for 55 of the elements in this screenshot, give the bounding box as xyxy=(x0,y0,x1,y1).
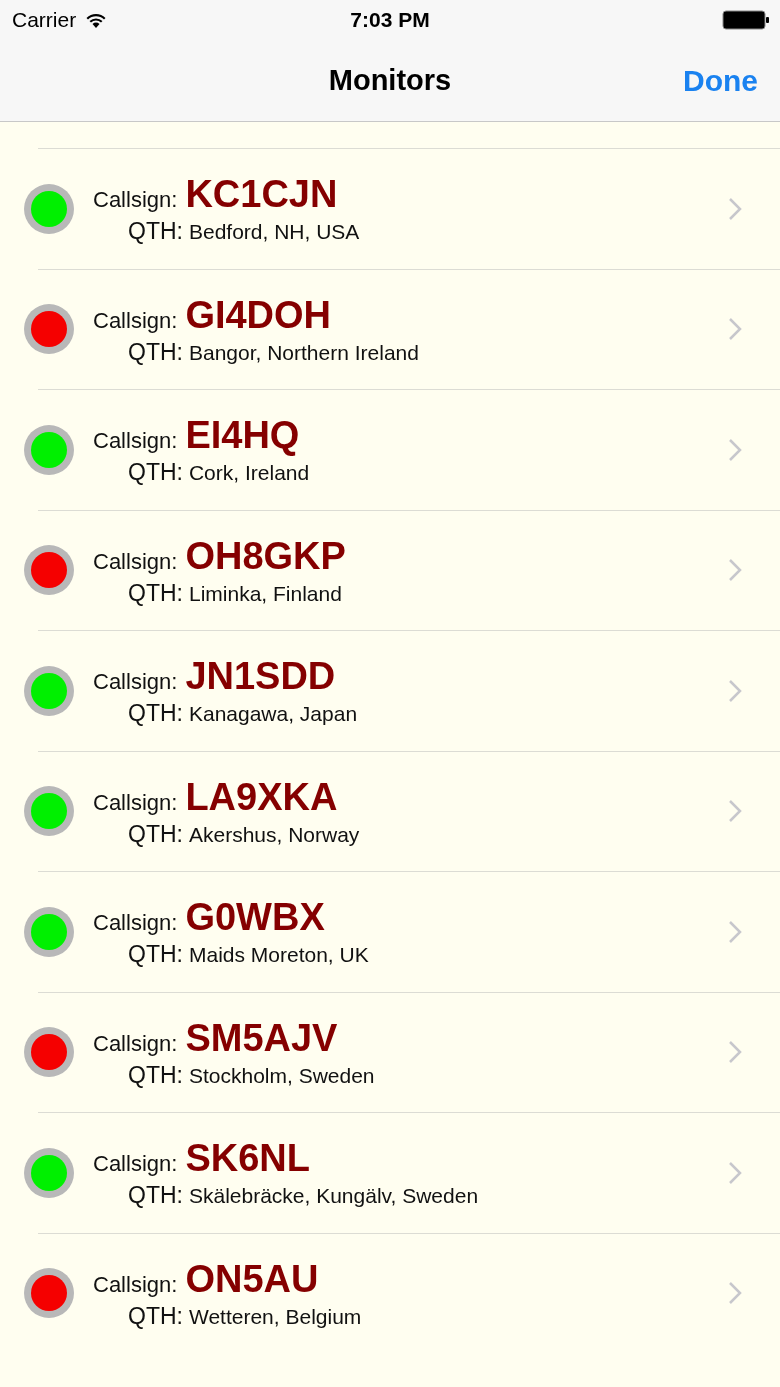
callsign: EI4HQ xyxy=(185,413,300,458)
callsign: SK6NL xyxy=(185,1136,310,1181)
chevron-icon xyxy=(728,1160,742,1185)
qth-location: Maids Moreton, UK xyxy=(188,943,369,968)
qth-location: Liminka, Finland xyxy=(188,581,342,606)
qth-location: Cork, Ireland xyxy=(188,461,310,486)
chevron-icon xyxy=(728,1281,742,1306)
callsign-label: Callsign: xyxy=(93,187,178,214)
qth-label: QTH: xyxy=(128,579,183,607)
battery-icon xyxy=(722,10,770,30)
callsign-label: Callsign: xyxy=(93,789,178,816)
qth-location: Wetteren, Belgium xyxy=(188,1304,362,1329)
qth-label: QTH: xyxy=(128,1302,183,1330)
chevron-icon xyxy=(728,678,742,703)
callsign-label: Callsign: xyxy=(93,307,178,334)
done-button[interactable]: Done xyxy=(683,63,758,98)
callsign: LA9XKA xyxy=(185,774,338,819)
qth-label: QTH: xyxy=(128,218,183,246)
chevron-icon xyxy=(728,558,742,583)
qth-label: QTH: xyxy=(128,1061,183,1089)
qth-label: QTH: xyxy=(128,941,183,969)
callsign-label: Callsign: xyxy=(93,910,178,937)
qth-label: QTH: xyxy=(128,820,183,848)
status-time: 7:03 PM xyxy=(350,8,430,32)
callsign-label: Callsign: xyxy=(93,1030,178,1057)
callsign-label: Callsign: xyxy=(93,669,178,696)
callsign-label: Callsign: xyxy=(93,548,178,575)
chevron-icon xyxy=(728,196,742,221)
callsign: SM5AJV xyxy=(185,1015,338,1060)
carrier-label: Carrier xyxy=(12,8,77,32)
qth-label: QTH: xyxy=(128,1182,183,1210)
qth-label: QTH: xyxy=(128,338,183,366)
chevron-icon xyxy=(728,799,742,824)
callsign-label: Callsign: xyxy=(93,428,178,455)
callsign: ON5AU xyxy=(185,1256,319,1301)
callsign: KC1CJN xyxy=(185,172,338,217)
nav-title: Monitors xyxy=(328,64,452,97)
qth-location: Kanagawa, Japan xyxy=(188,702,358,727)
callsign-label: Callsign: xyxy=(93,1151,178,1178)
chevron-icon xyxy=(728,437,742,462)
chevron-icon xyxy=(728,317,742,342)
qth-location: Akershus, Norway xyxy=(188,822,360,847)
qth-location: Bedford, NH, USA xyxy=(188,220,360,245)
callsign-label: Callsign: xyxy=(93,1271,178,1298)
qth-location: Skälebräcke, Kungälv, Sweden xyxy=(188,1184,479,1209)
callsign: OH8GKP xyxy=(185,533,346,578)
qth-label: QTH: xyxy=(128,459,183,487)
qth-location: Bangor, Northern Ireland xyxy=(188,340,419,365)
qth-label: QTH: xyxy=(128,700,183,728)
chevron-icon xyxy=(728,919,742,944)
callsign: GI4DOH xyxy=(185,292,332,337)
callsign: G0WBX xyxy=(185,895,325,940)
chevron-icon xyxy=(728,1040,742,1065)
callsign: JN1SDD xyxy=(185,654,336,699)
qth-location: Stockholm, Sweden xyxy=(188,1063,375,1088)
